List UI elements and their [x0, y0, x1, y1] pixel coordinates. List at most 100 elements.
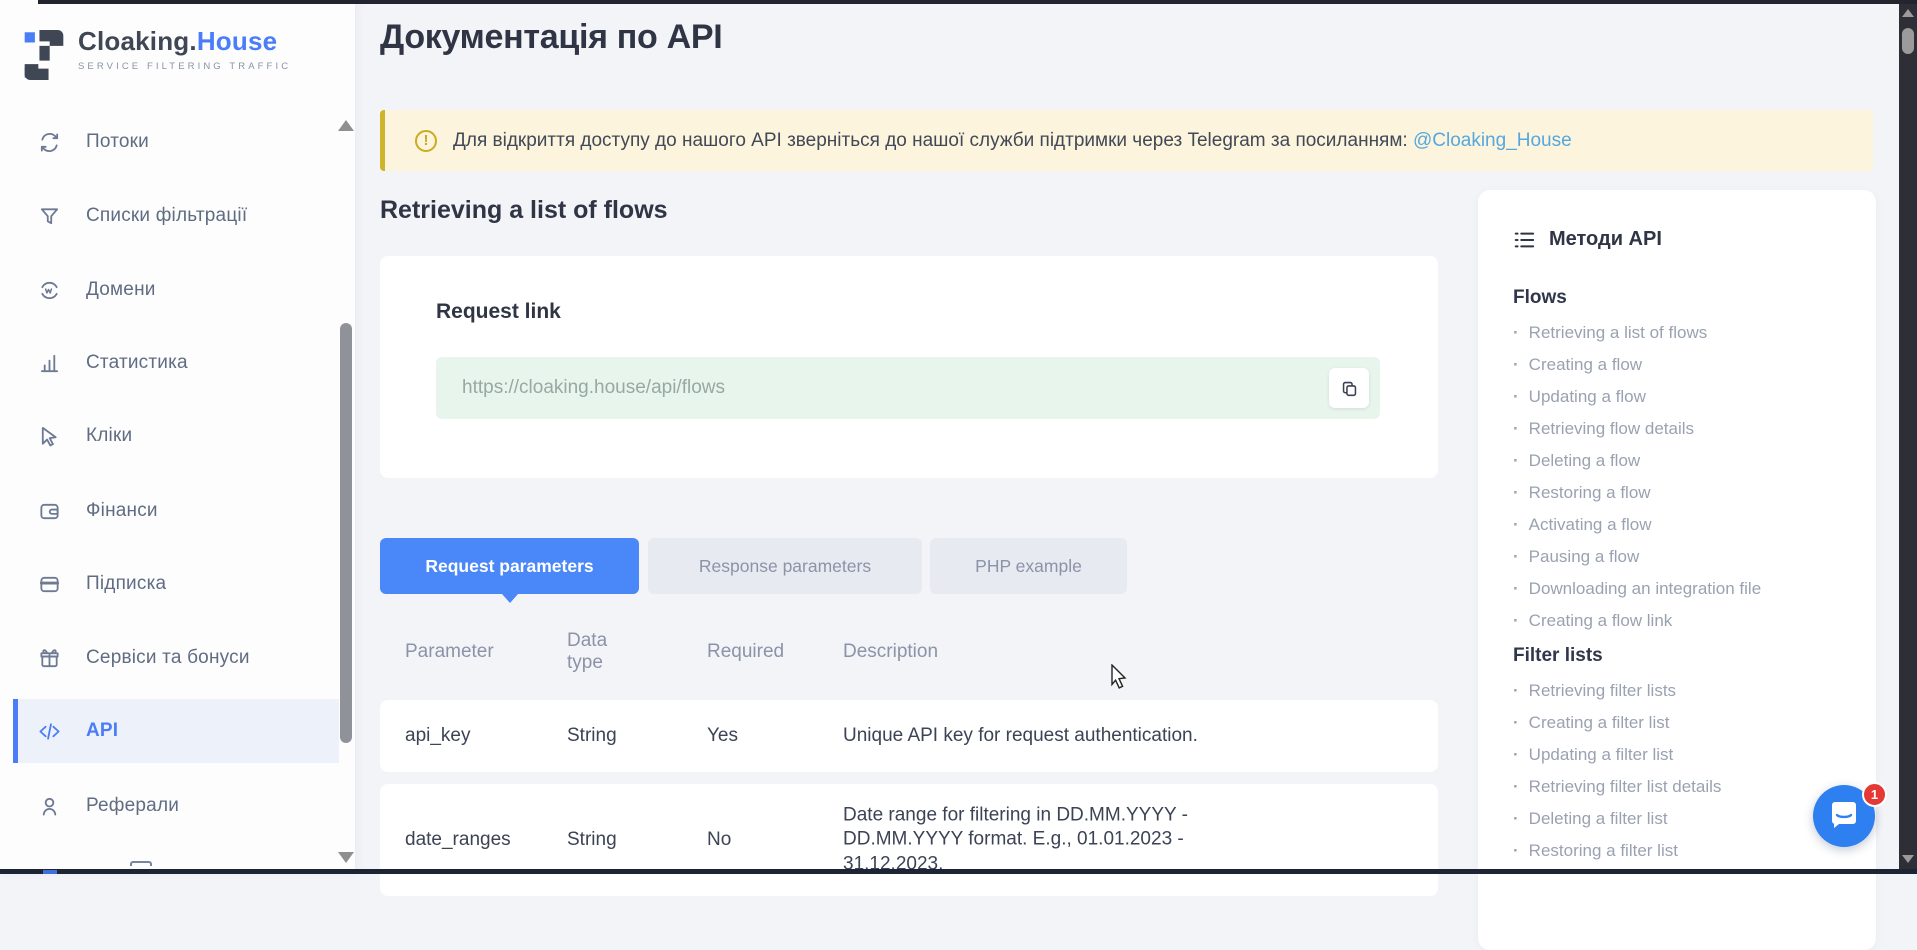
request-url: https://cloaking.house/api/flows: [462, 377, 725, 399]
method-link[interactable]: Activating a flow: [1513, 509, 1846, 541]
sidebar-item-filter-lists[interactable]: Списки фільтрації: [0, 184, 355, 248]
gift-icon: [38, 647, 61, 670]
funnel-icon: [38, 205, 61, 228]
cell-type: String: [567, 725, 647, 747]
request-link-title: Request link: [436, 300, 561, 324]
sidebar-item-label: Потоки: [86, 131, 149, 153]
copy-button[interactable]: [1329, 368, 1369, 408]
cell-description: Date range for filtering in DD.MM.YYYY -…: [843, 804, 1283, 877]
sidebar-item-finances[interactable]: Фінанси: [0, 479, 355, 543]
cell-parameter: api_key: [405, 725, 471, 747]
info-banner: ! Для відкриття доступу до нашого API зв…: [380, 110, 1873, 171]
method-link[interactable]: Pausing a flow: [1513, 541, 1846, 573]
globe-icon: [38, 279, 61, 302]
method-link[interactable]: Retrieving filter list details: [1513, 771, 1846, 803]
page-scrollbar-thumb[interactable]: [1902, 28, 1914, 54]
cell-description: Unique API key for request authenticatio…: [843, 724, 1283, 748]
scroll-up-arrow[interactable]: [1902, 9, 1914, 17]
cell-required: Yes: [707, 725, 738, 747]
sidebar-item-statistics[interactable]: Статистика: [0, 331, 355, 395]
method-link[interactable]: Deleting a filter list: [1513, 803, 1846, 835]
sidebar-item-subscription[interactable]: Підписка: [0, 552, 355, 616]
screen-edge-bottom: [0, 869, 1917, 874]
tab-response-parameters[interactable]: Response parameters: [648, 538, 922, 594]
api-methods-panel: Методи API Flows Retrieving a list of fl…: [1478, 190, 1876, 950]
sidebar-item-label: Фінанси: [86, 500, 158, 522]
table-row: api_key String Yes Unique API key for re…: [380, 700, 1438, 772]
mouse-cursor: [1110, 664, 1132, 694]
sidebar-nav: Потоки Списки фільтрації Домени Статисти…: [0, 0, 355, 874]
sidebar-item-label: Сервіси та бонуси: [86, 647, 250, 669]
person-icon: [38, 795, 61, 818]
method-link[interactable]: Updating a flow: [1513, 381, 1846, 413]
telegram-link[interactable]: @Cloaking_House: [1413, 130, 1572, 151]
request-url-field[interactable]: https://cloaking.house/api/flows: [436, 357, 1380, 419]
wallet-icon: [38, 500, 61, 523]
method-link[interactable]: Retrieving a list of flows: [1513, 317, 1846, 349]
cell-parameter: date_ranges: [405, 829, 511, 851]
sidebar-item-label: Списки фільтрації: [86, 205, 247, 227]
sidebar-item-services[interactable]: Сервіси та бонуси: [0, 626, 355, 690]
column-header-required: Required: [707, 641, 784, 663]
method-link[interactable]: Retrieving filter lists: [1513, 675, 1846, 707]
method-link[interactable]: Creating a filter list: [1513, 707, 1846, 739]
sync-icon: [38, 131, 61, 154]
sidebar-item-api[interactable]: API: [13, 699, 339, 763]
active-tab-pointer: [502, 594, 518, 603]
page-title: Документація по API: [380, 18, 722, 57]
tab-php-example[interactable]: PHP example: [930, 538, 1127, 594]
sidebar-item-label: Домени: [86, 279, 156, 301]
taskbar-fragment: [43, 870, 57, 874]
cursor-icon: [38, 425, 61, 448]
methods-section-flows: Flows: [1513, 287, 1846, 309]
sidebar-item-label: Підписка: [86, 573, 166, 595]
sidebar-item-label: API: [86, 720, 118, 742]
method-link[interactable]: Downloading an integration file: [1513, 573, 1846, 605]
request-link-card: Request link https://cloaking.house/api/…: [380, 256, 1438, 478]
list-icon: [1513, 229, 1535, 251]
method-link[interactable]: Retrieving flow details: [1513, 413, 1846, 445]
sidebar: Cloaking.House SERVICE FILTERING TRAFFIC…: [0, 0, 355, 874]
column-header-parameter: Parameter: [405, 641, 494, 663]
sidebar-item-domains[interactable]: Домени: [0, 258, 355, 322]
method-link[interactable]: Creating a flow: [1513, 349, 1846, 381]
cell-required: No: [707, 829, 731, 851]
sidebar-item-label: Статистика: [86, 352, 188, 374]
column-header-description: Description: [843, 641, 938, 663]
sidebar-item-label: Кліки: [86, 425, 132, 447]
method-link[interactable]: Creating a flow link: [1513, 605, 1846, 637]
code-icon: [38, 720, 61, 743]
cell-type: String: [567, 829, 647, 851]
methods-section-filter-lists: Filter lists: [1513, 645, 1846, 667]
table-row: date_ranges String No Date range for fil…: [380, 784, 1438, 896]
method-link[interactable]: Deleting a flow: [1513, 445, 1846, 477]
sidebar-scrollbar-thumb[interactable]: [340, 323, 352, 743]
screen-edge-top: [38, 0, 1917, 4]
tab-request-parameters[interactable]: Request parameters: [380, 538, 639, 594]
bar-chart-icon: [38, 352, 61, 375]
sidebar-item-referrals[interactable]: Реферали: [0, 774, 355, 838]
sidebar-scroll-up-arrow[interactable]: [338, 120, 354, 131]
scroll-down-arrow[interactable]: [1902, 855, 1914, 863]
method-link[interactable]: Restoring a filter list: [1513, 835, 1846, 867]
page-scrollbar[interactable]: [1899, 4, 1917, 869]
section-title: Retrieving a list of flows: [380, 196, 668, 225]
table-header: Parameter Data type Required Description: [380, 620, 1438, 684]
method-link[interactable]: Updating a filter list: [1513, 739, 1846, 771]
methods-list-filter-lists: Retrieving filter lists Creating a filte…: [1513, 675, 1846, 867]
sidebar-item-clicks[interactable]: Кліки: [0, 404, 355, 468]
column-header-data-type: Data type: [567, 630, 647, 674]
methods-list-flows: Retrieving a list of flows Creating a fl…: [1513, 317, 1846, 637]
method-link[interactable]: Restoring a flow: [1513, 477, 1846, 509]
sidebar-item-flows[interactable]: Потоки: [0, 110, 355, 174]
chat-bubble-icon: [1829, 802, 1859, 830]
sidebar-scroll-down-arrow[interactable]: [338, 852, 354, 863]
copy-icon: [1341, 380, 1358, 397]
methods-panel-title: Методи API: [1513, 228, 1846, 251]
cutoff-nav-icon: [130, 861, 152, 866]
credit-card-icon: [38, 573, 61, 596]
notification-badge: 1: [1862, 782, 1887, 807]
warning-icon: !: [415, 130, 437, 152]
banner-text: Для відкриття доступу до нашого API звер…: [453, 130, 1572, 152]
sidebar-item-label: Реферали: [86, 795, 179, 817]
